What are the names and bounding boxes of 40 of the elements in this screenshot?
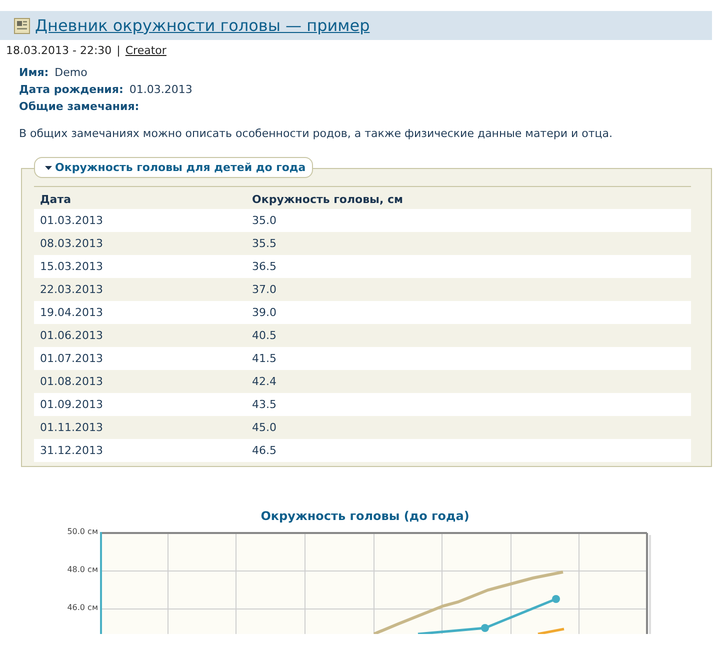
table-cell: 35.0 — [246, 209, 691, 232]
table-cell: 36.5 — [246, 255, 691, 278]
field-value: Demo — [54, 66, 88, 79]
table-cell: 43.5 — [246, 393, 691, 416]
table-cell: 01.06.2013 — [34, 324, 246, 347]
table-cell: 46.5 — [246, 439, 691, 462]
post-date: 18.03.2013 - 22:30 — [6, 44, 112, 57]
separator: | — [116, 44, 120, 57]
table-cell: 31.12.2013 — [34, 439, 246, 462]
field-label: Общие замечания: — [19, 100, 140, 113]
table-cell: 19.04.2013 — [34, 301, 246, 324]
chart-title: Окружность головы (до года) — [260, 509, 470, 523]
table-cell: 01.08.2013 — [34, 370, 246, 393]
table-cell: 42.4 — [246, 370, 691, 393]
author-link[interactable]: Creator — [125, 44, 166, 57]
note-text: В общих замечаниях можно описать особенности родов, а также физические данные матери и отца. — [19, 127, 614, 140]
table-cell: 41.5 — [246, 347, 691, 370]
table-cell: 40.5 — [246, 324, 691, 347]
axis-tick-label: 46.0 см — [67, 603, 98, 613]
table-cell: 22.03.2013 — [34, 278, 246, 301]
axis-tick-label: 50.0 см — [67, 527, 98, 537]
axis-tick-label: 48.0 см — [67, 565, 98, 575]
table-cell: 01.07.2013 — [34, 347, 246, 370]
section-toggle[interactable]: Окружность головы для детей до года — [34, 157, 313, 178]
table-cell: 37.0 — [246, 278, 691, 301]
table-cell: 01.11.2013 — [34, 416, 246, 439]
column-header: Окружность головы, см — [246, 186, 691, 209]
table-cell: 35.5 — [246, 232, 691, 255]
page-title-link[interactable]: Дневник окружности головы — пример — [35, 16, 370, 35]
table-cell: 08.03.2013 — [34, 232, 246, 255]
document-icon — [14, 18, 30, 34]
table-cell: 15.03.2013 — [34, 255, 246, 278]
table-cell: 01.09.2013 — [34, 393, 246, 416]
table-cell: 39.0 — [246, 301, 691, 324]
column-header: Дата — [34, 186, 246, 209]
table-cell: 45.0 — [246, 416, 691, 439]
field-value: 01.03.2013 — [129, 83, 192, 96]
field-label: Дата рождения: — [19, 83, 124, 96]
table-cell: 01.03.2013 — [34, 209, 246, 232]
field-label: Имя: — [19, 66, 49, 79]
